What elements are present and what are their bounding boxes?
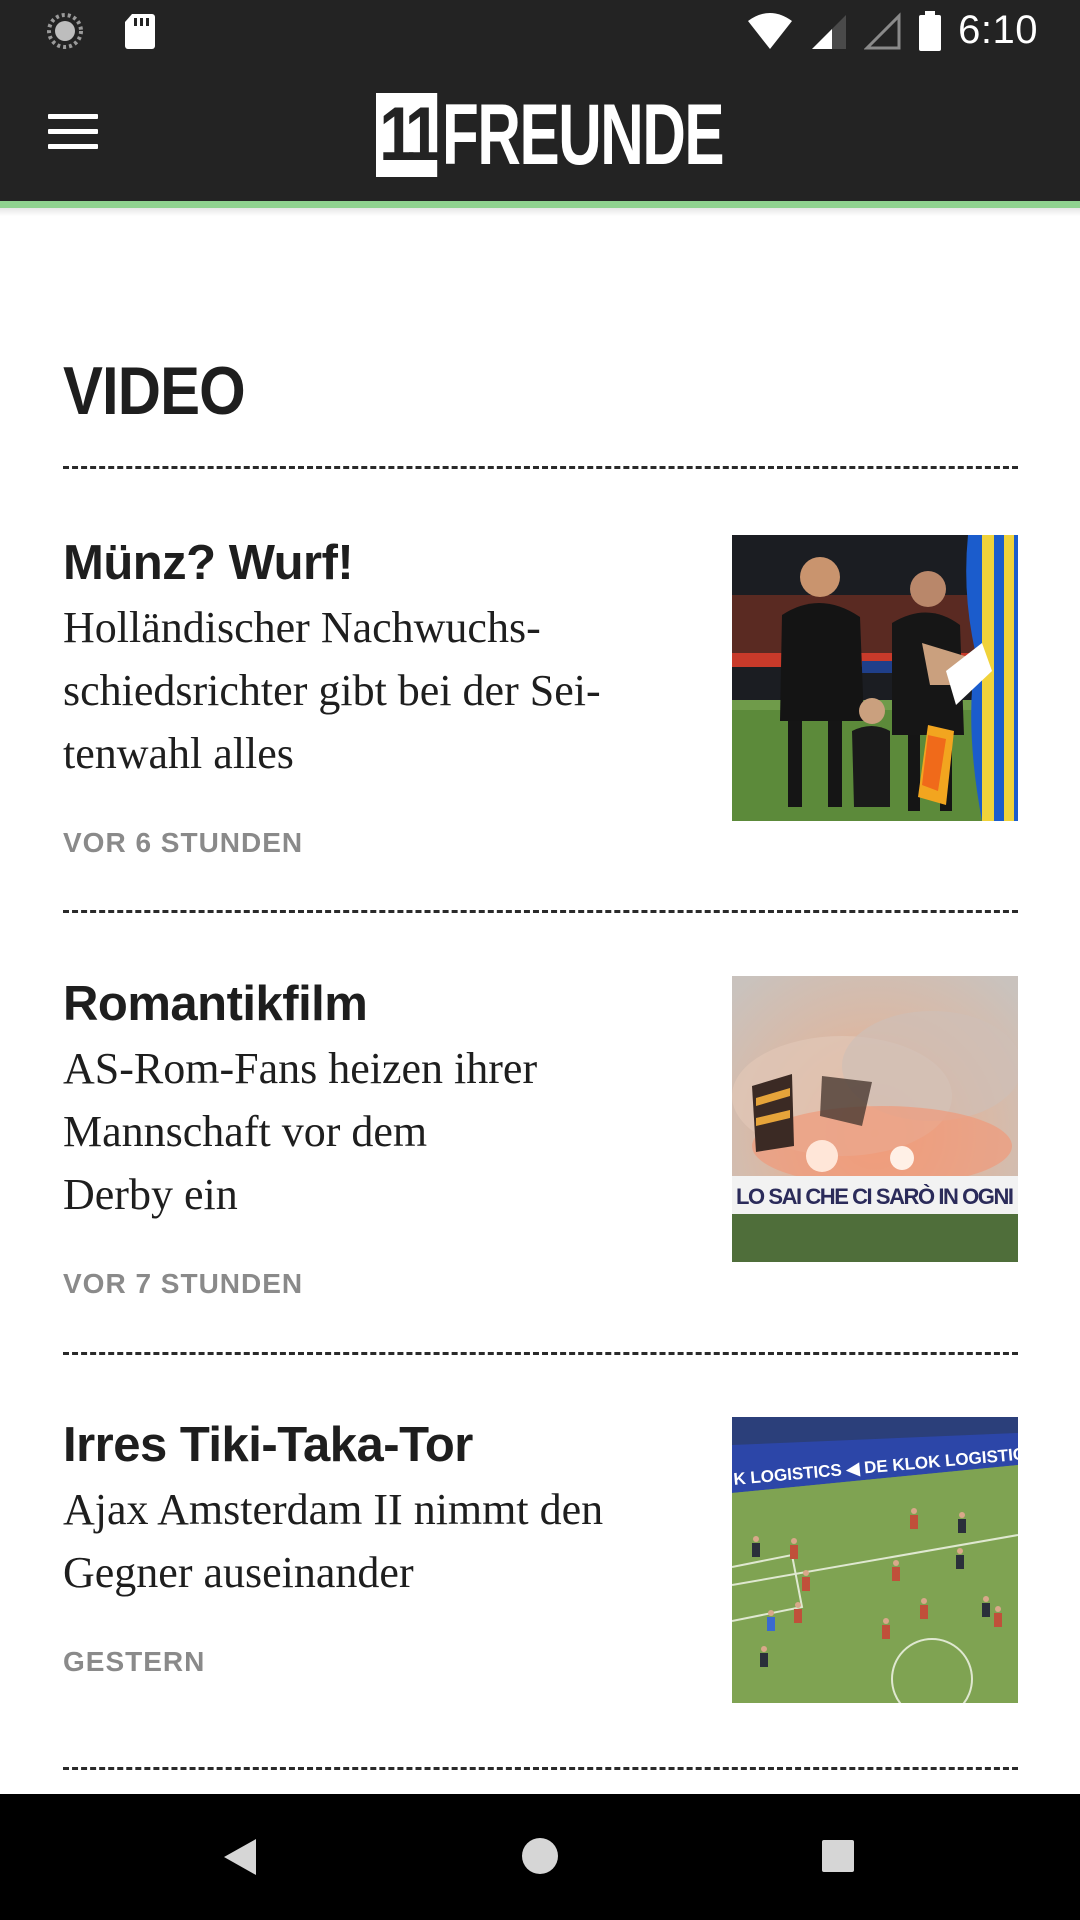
menu-button[interactable] <box>38 103 108 159</box>
article-time: VOR 7 STUNDEN <box>63 1268 304 1299</box>
navigation-bar <box>0 1794 1080 1920</box>
football-match-photo: K LOGISTICS ◀ DE KLOK LOGISTICS ◀ DE K <box>732 1417 1018 1703</box>
loading-icon <box>47 13 83 49</box>
sd-card-icon <box>125 14 155 49</box>
article-thumbnail[interactable] <box>732 535 1018 821</box>
article-headline: AS-Rom-Fans heizen ihrer Mannschaft vor … <box>63 1044 538 1219</box>
article-item[interactable]: Münz? Wurf! Holländischer Nachwuchs- sch… <box>63 535 1018 865</box>
fans-pyro-photo: LO SAI CHE CI SARÒ IN OGNI <box>732 976 1018 1262</box>
article-headline: Ajax Amsterdam II nimmt den Gegner ausei… <box>63 1485 604 1597</box>
article-time: GESTERN <box>63 1646 206 1677</box>
divider <box>63 466 1018 469</box>
app-bar-accent <box>0 201 1080 208</box>
section-title: VIDEO <box>63 353 246 429</box>
status-bar: 6:10 <box>0 0 1080 63</box>
banner-text: LO SAI CHE CI SARÒ IN OGNI <box>736 1184 1014 1209</box>
menu-icon <box>48 113 98 119</box>
logo-number: 11 <box>376 93 441 177</box>
divider <box>63 1352 1018 1355</box>
article-kicker: Irres Tiki-Taka-Tor <box>63 1418 473 1472</box>
logo-text: FREUNDE <box>442 87 725 183</box>
article-item[interactable]: Romantikfilm AS-Rom-Fans heizen ihrer Ma… <box>63 976 1018 1306</box>
home-icon[interactable] <box>521 1837 559 1875</box>
back-icon[interactable] <box>222 1837 258 1877</box>
app-bar: 11 FREUNDE <box>0 63 1080 201</box>
article-thumbnail[interactable]: LO SAI CHE CI SARÒ IN OGNI <box>732 976 1018 1262</box>
article-thumbnail[interactable]: K LOGISTICS ◀ DE KLOK LOGISTICS ◀ DE K <box>732 1417 1018 1703</box>
battery-icon <box>919 10 942 51</box>
recents-icon[interactable] <box>821 1839 855 1873</box>
article-headline: Holländischer Nachwuchs- schiedsrichter … <box>63 603 601 778</box>
article-time: VOR 6 STUNDEN <box>63 827 304 858</box>
signal-empty-icon <box>864 11 901 49</box>
referees-photo <box>732 535 1018 821</box>
status-time: 6:10 <box>958 8 1038 52</box>
signal-icon <box>812 14 847 49</box>
logo[interactable]: 11 FREUNDE <box>376 87 844 183</box>
divider <box>63 910 1018 913</box>
article-item[interactable]: Irres Tiki-Taka-Tor Ajax Amsterdam II ni… <box>63 1417 1018 1717</box>
divider <box>63 1767 1018 1770</box>
article-kicker: Münz? Wurf! <box>63 536 354 590</box>
article-kicker: Romantikfilm <box>63 977 368 1031</box>
wifi-icon <box>748 12 793 49</box>
